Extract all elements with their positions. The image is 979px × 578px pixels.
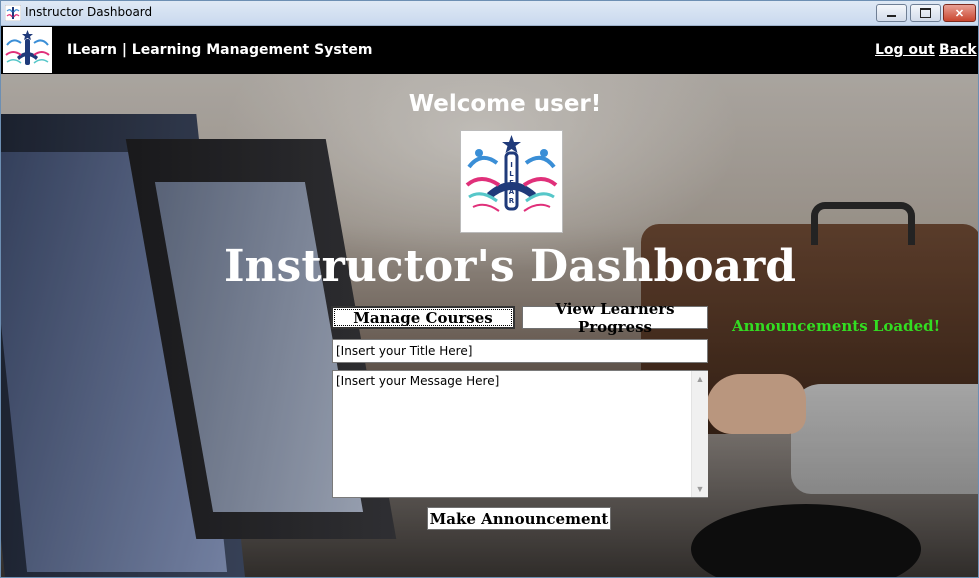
announcement-title-input[interactable]	[332, 339, 708, 363]
title-bar: Instructor Dashboard ✕	[1, 1, 978, 26]
ilearn-logo-large-icon: I L E A R	[465, 135, 558, 212]
close-button[interactable]: ✕	[943, 4, 976, 22]
minimize-icon	[887, 15, 896, 17]
header-logo	[3, 27, 52, 73]
ilearn-logo-icon	[5, 30, 50, 65]
back-link[interactable]: Back	[939, 42, 977, 58]
announcement-message-input[interactable]: [Insert your Message Here]	[332, 370, 708, 498]
app-brand: ILearn | Learning Management System	[67, 42, 373, 58]
app-logo-icon	[5, 5, 21, 21]
announcement-status-label: Announcements Loaded!	[732, 317, 941, 335]
svg-text:L: L	[509, 170, 514, 178]
window-title: Instructor Dashboard	[25, 5, 153, 19]
view-learners-progress-button[interactable]: View Learners Progress	[522, 300, 708, 336]
maximize-button[interactable]	[910, 4, 941, 22]
svg-text:I: I	[510, 161, 513, 169]
app-window: Instructor Dashboard ✕ ILearn | Learning…	[0, 0, 979, 578]
close-icon: ✕	[954, 7, 965, 20]
scroll-up-icon[interactable]: ▲	[692, 371, 708, 387]
make-announcement-button[interactable]: Make Announcement	[427, 507, 611, 530]
page-title: Instructor's Dashboard	[223, 241, 797, 292]
scroll-down-icon[interactable]: ▼	[692, 481, 708, 497]
minimize-button[interactable]	[876, 4, 907, 22]
manage-courses-button[interactable]: Manage Courses	[331, 306, 515, 329]
maximize-icon	[920, 8, 931, 18]
center-logo: I L E A R	[460, 130, 563, 233]
svg-text:R: R	[509, 197, 515, 205]
welcome-text: Welcome user!	[408, 91, 602, 117]
message-scrollbar[interactable]: ▲ ▼	[691, 371, 708, 497]
app-header: ILearn | Learning Management System Log …	[1, 26, 978, 74]
logout-link[interactable]: Log out	[875, 42, 935, 58]
